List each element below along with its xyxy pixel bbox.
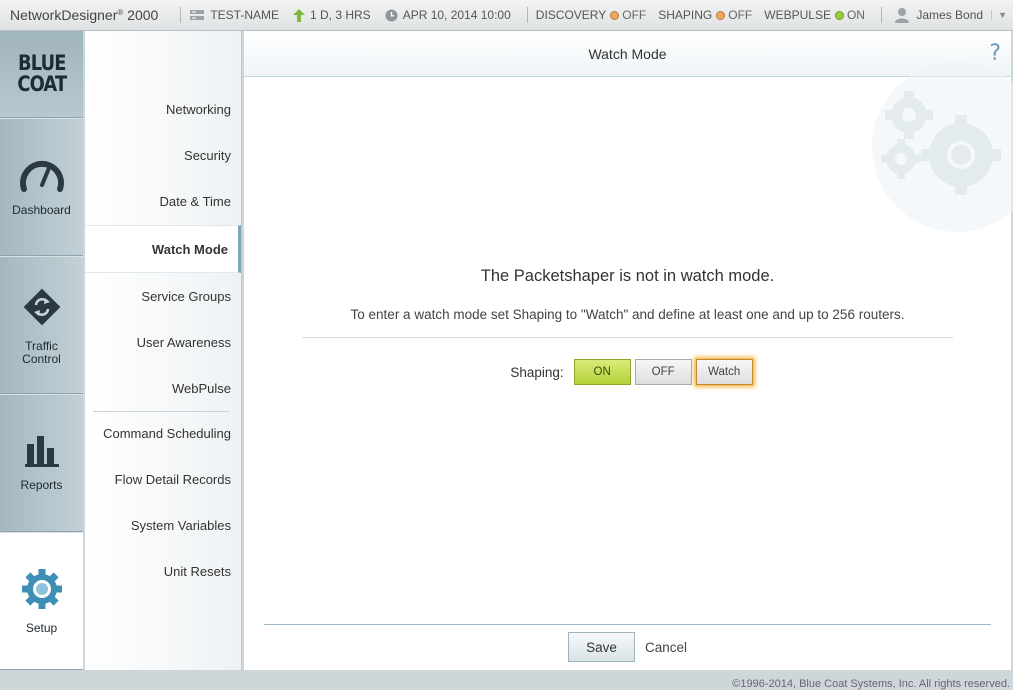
shaping-watch-button[interactable]: Watch [695,359,753,385]
submenu-security[interactable]: Security [184,148,231,163]
cancel-link[interactable]: Cancel [645,640,687,655]
device-name: TEST-NAME [189,8,279,22]
status-off-dot [610,10,620,20]
traffic-control-icon [20,285,64,332]
submenu-webpulse[interactable]: WebPulse [172,381,231,396]
shaping-toggle-group: Shaping: ON OFF Watch [244,359,1011,385]
top-status-bar: NetworkDesigner® 2000 TEST-NAME 1 D, 3 H… [0,0,1013,31]
save-button[interactable]: Save [567,632,635,662]
submenu-command-scheduling[interactable]: Command Scheduling [103,426,231,441]
shaping-off-button[interactable]: OFF [634,359,692,385]
device-icon [189,9,205,21]
watch-mode-status-message: The Packetshaper is not in watch mode. [480,267,775,285]
submenu-service-groups[interactable]: Service Groups [141,289,231,304]
shaping-on-button[interactable]: ON [573,359,631,385]
footer-divider [264,624,991,625]
user-menu[interactable]: James Bond ▼ [894,7,1013,23]
dashboard-gauge-icon [19,157,65,196]
uptime: 1 D, 3 HRS [293,8,371,22]
submenu-unit-resets[interactable]: Unit Resets [164,564,231,579]
submenu-divider [93,411,229,412]
chevron-down-icon[interactable]: ▼ [991,10,1007,20]
datetime: APR 10, 2014 10:00 [385,8,511,22]
product-name: NetworkDesigner® 2000 [10,7,159,23]
separator [180,7,182,23]
setup-gear-icon [20,567,64,614]
shaping-status: SHAPING OFF [658,8,753,22]
nav-setup[interactable]: Setup [0,532,83,670]
gears-watermark-icon [857,59,1013,244]
submenu-flow-detail-records[interactable]: Flow Detail Records [115,472,231,487]
discovery-status: DISCOVERY OFF [535,8,647,22]
nav-traffic-control[interactable]: Traffic Control [0,256,83,394]
separator [880,7,882,23]
submenu-networking[interactable]: Networking [166,102,231,117]
bar-chart-icon [24,434,60,471]
shaping-label: Shaping: [510,364,564,380]
copyright-notice: ©1996-2014, Blue Coat Systems, Inc. All … [732,678,1010,690]
clock-icon [385,9,398,22]
status-on-dot [834,10,844,20]
up-arrow-icon [293,8,305,22]
watch-mode-instructions: To enter a watch mode set Shaping to "Wa… [350,307,905,322]
form-actions: Save Cancel [244,632,1011,662]
divider [302,337,953,338]
page-title: Watch Mode [588,45,667,62]
submenu-watch-mode[interactable]: Watch Mode [85,225,241,273]
watch-mode-panel: Watch Mode ? The Packetshaper is not in … [243,31,1013,670]
setup-submenu: Networking Security Date & Time Watch Mo… [83,31,242,670]
separator [526,7,528,23]
user-avatar-icon [894,7,910,23]
submenu-system-variables[interactable]: System Variables [131,518,231,533]
main-navigation: BLUE COAT Dashboard Traffic Control Repor… [0,31,83,670]
submenu-user-awareness[interactable]: User Awareness [137,335,231,350]
blue-coat-logo: BLUE COAT [0,31,83,118]
nav-dashboard[interactable]: Dashboard [0,118,83,256]
status-off-dot [716,10,726,20]
submenu-date-time[interactable]: Date & Time [159,194,231,209]
webpulse-status: WEBPULSE ON [764,8,865,22]
nav-reports[interactable]: Reports [0,394,83,532]
